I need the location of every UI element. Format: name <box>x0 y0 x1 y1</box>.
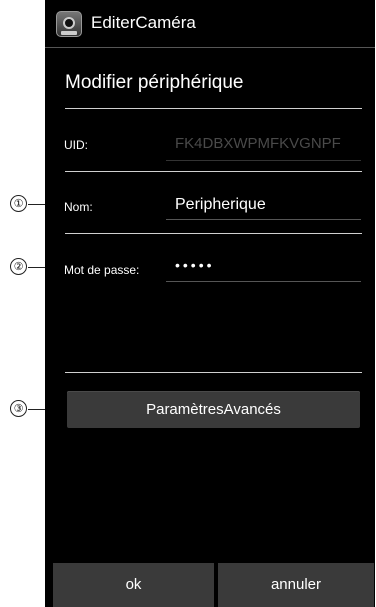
password-field[interactable]: ••••• <box>175 257 360 273</box>
dialog-title-divider <box>65 108 362 109</box>
name-field[interactable]: Peripherique <box>175 196 360 214</box>
callout-1: ① <box>10 195 27 212</box>
uid-field: FK4DBXWPMFKVGNPF <box>175 135 341 152</box>
password-label: Mot de passe: <box>64 263 140 277</box>
uid-divider <box>65 171 362 172</box>
ok-button[interactable]: ok <box>53 563 214 607</box>
camera-app-icon <box>56 11 82 37</box>
name-field-underline <box>166 219 361 220</box>
title-bar: EditerCaméra <box>45 0 375 48</box>
form-bottom-divider <box>65 372 362 373</box>
uid-field-underline <box>166 160 361 161</box>
dialog-title: Modifier périphérique <box>65 72 244 93</box>
name-divider <box>65 233 362 234</box>
name-label: Nom: <box>64 200 93 214</box>
advanced-settings-button[interactable]: ParamètresAvancés <box>67 391 360 428</box>
cancel-button[interactable]: annuler <box>218 563 374 607</box>
callout-3: ③ <box>10 400 27 417</box>
password-field-underline <box>166 281 361 282</box>
title-divider <box>45 47 375 48</box>
phone-screen: EditerCaméra Modifier périphérique UID: … <box>45 0 375 607</box>
uid-label: UID: <box>64 138 88 152</box>
callout-2: ② <box>10 258 27 275</box>
app-title: EditerCaméra <box>91 13 196 32</box>
